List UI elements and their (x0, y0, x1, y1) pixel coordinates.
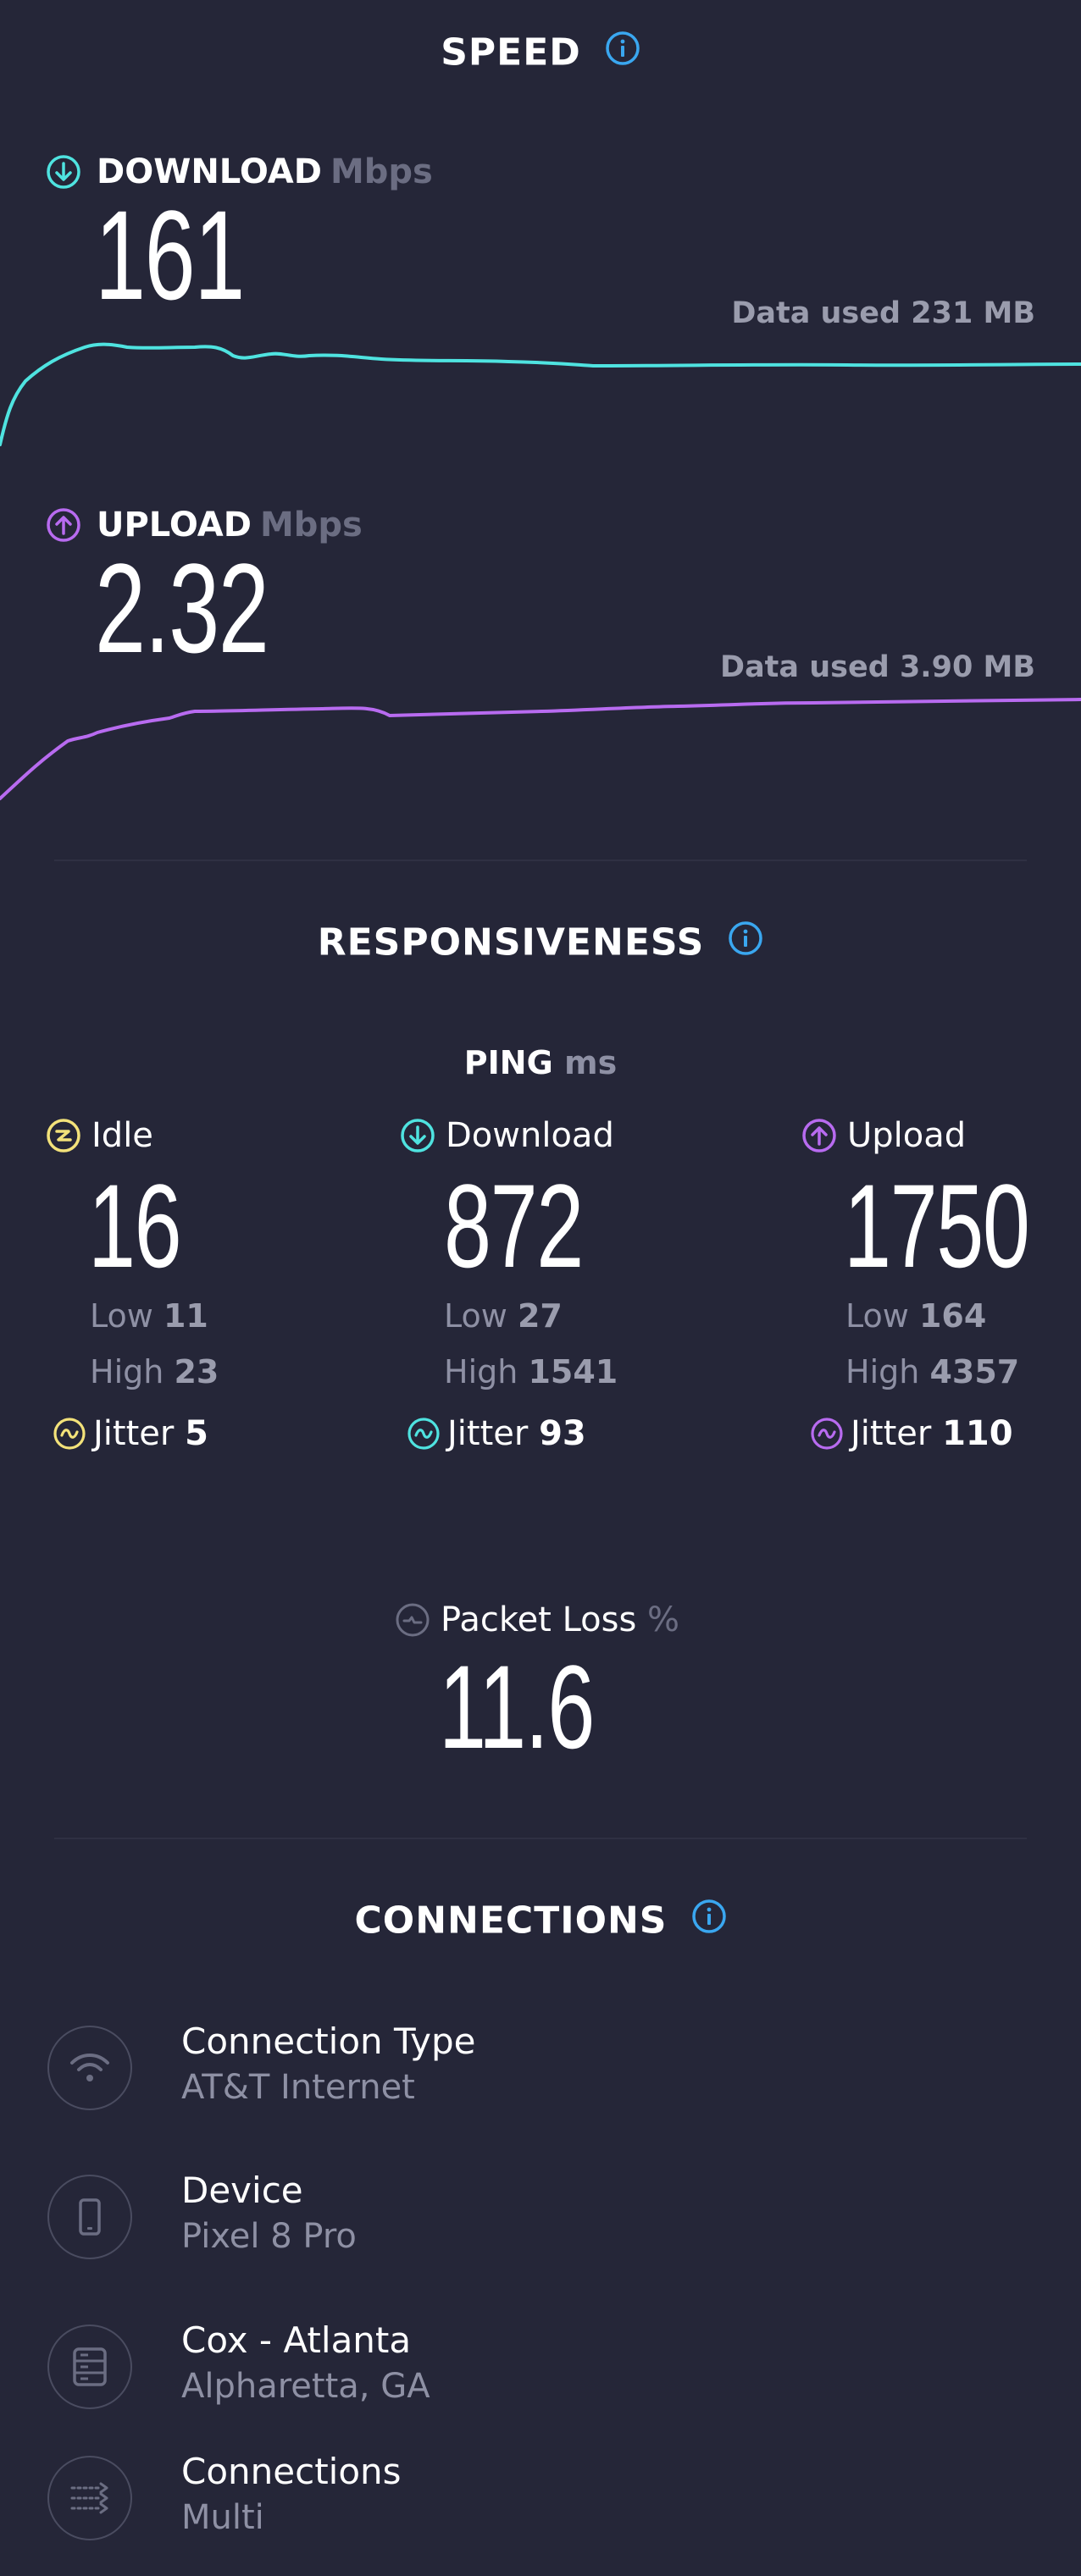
download-high-label: High (444, 1353, 518, 1390)
upload-jitter-label: Jitter (851, 1414, 932, 1453)
connections-title: CONNECTIONS (354, 1899, 668, 1943)
idle-jitter-label: Jitter (93, 1414, 175, 1453)
packet-loss-unit: % (647, 1600, 680, 1639)
connections-mode-title: Connections (181, 2451, 402, 2492)
download-speed-value: 161 (95, 184, 245, 326)
download-jitter-value: 93 (539, 1414, 586, 1453)
device-row[interactable]: Device Pixel 8 Pro (47, 2170, 1030, 2268)
idle-low: Low 11 (90, 1297, 208, 1335)
download-unit: Mbps (330, 152, 433, 191)
phone-icon (47, 2175, 132, 2259)
ping-label: PING (463, 1044, 553, 1081)
server-icon (47, 2324, 132, 2409)
connection-type-title: Connection Type (181, 2020, 476, 2062)
upload-ping-icon (802, 1119, 836, 1153)
device-title: Device (181, 2170, 303, 2211)
upload-arrow-icon (47, 508, 80, 542)
idle-high: High 23 (90, 1353, 219, 1390)
responsiveness-divider (54, 1838, 1027, 1839)
upload-low: Low 164 (845, 1297, 986, 1335)
ping-idle-label-row: Idle (46, 1116, 153, 1155)
speed-info-icon[interactable] (605, 30, 640, 75)
download-ping-label: Download (446, 1116, 614, 1155)
idle-low-label: Low (90, 1297, 153, 1335)
upload-speed-graph (0, 698, 1081, 800)
multi-connections-icon (47, 2456, 132, 2540)
upload-high-label: High (845, 1353, 920, 1390)
idle-low-value: 11 (163, 1297, 208, 1335)
speed-divider (54, 860, 1027, 861)
upload-speed-value: 2.32 (95, 537, 269, 679)
download-speed-graph (0, 342, 1081, 446)
responsiveness-section-header: RESPONSIVENESS (0, 919, 1081, 965)
download-high: High 1541 (444, 1353, 618, 1390)
ping-header: PING ms (0, 1044, 1081, 1081)
packet-loss-header: Packet Loss % (395, 1600, 679, 1639)
upload-ping-label: Upload (847, 1116, 967, 1155)
connections-mode-row[interactable]: Connections Multi (47, 2451, 1030, 2549)
device-value: Pixel 8 Pro (181, 2217, 357, 2256)
upload-jitter-icon (811, 1418, 843, 1450)
idle-jitter: Jitter 5 (53, 1414, 208, 1453)
ping-download-label-row: Download (400, 1116, 614, 1155)
download-jitter-label: Jitter (447, 1414, 529, 1453)
idle-high-value: 23 (174, 1353, 219, 1390)
packet-loss-value: 11.6 (439, 1640, 595, 1773)
idle-high-label: High (90, 1353, 164, 1390)
download-low-label: Low (444, 1297, 507, 1335)
idle-bolt-icon (47, 1119, 80, 1153)
download-ping-icon (401, 1119, 435, 1153)
download-ping-value: 872 (444, 1159, 584, 1292)
speed-title: SPEED (441, 30, 581, 75)
download-low: Low 27 (444, 1297, 563, 1335)
connections-section-header: CONNECTIONS (0, 1897, 1081, 1943)
download-high-value: 1541 (528, 1353, 618, 1390)
download-jitter-icon (407, 1418, 440, 1450)
packet-loss-label: Packet Loss (441, 1600, 637, 1639)
upload-low-label: Low (845, 1297, 909, 1335)
upload-ping-value: 1750 (844, 1159, 1030, 1292)
upload-unit: Mbps (259, 506, 363, 544)
responsiveness-info-icon[interactable] (728, 920, 763, 965)
connections-info-icon[interactable] (691, 1899, 727, 1943)
speed-section-header: SPEED (0, 29, 1081, 75)
server-title: Cox - Atlanta (181, 2319, 412, 2361)
wifi-icon (47, 2026, 132, 2110)
connection-type-row[interactable]: Connection Type AT&T Internet (47, 2020, 1030, 2119)
idle-label: Idle (91, 1116, 153, 1155)
idle-jitter-icon (53, 1418, 86, 1450)
upload-low-value: 164 (918, 1297, 987, 1335)
server-row[interactable]: Cox - Atlanta Alpharetta, GA (47, 2319, 1030, 2418)
upload-high-value: 4357 (929, 1353, 1020, 1390)
responsiveness-title: RESPONSIVENESS (317, 920, 705, 965)
download-arrow-icon (47, 155, 80, 189)
ping-upload-label-row: Upload (801, 1116, 966, 1155)
download-low-value: 27 (517, 1297, 563, 1335)
packet-loss-icon (396, 1603, 430, 1637)
server-location: Alpharetta, GA (181, 2367, 430, 2406)
upload-high: High 4357 (845, 1353, 1019, 1390)
ping-unit: ms (564, 1044, 618, 1081)
upload-jitter: Jitter 110 (810, 1414, 1013, 1453)
idle-ping-value: 16 (88, 1159, 182, 1292)
connections-mode-value: Multi (181, 2498, 264, 2537)
download-jitter: Jitter 93 (407, 1414, 586, 1453)
upload-jitter-value: 110 (942, 1414, 1013, 1453)
idle-jitter-value: 5 (185, 1414, 208, 1453)
connection-type-value: AT&T Internet (181, 2068, 415, 2107)
